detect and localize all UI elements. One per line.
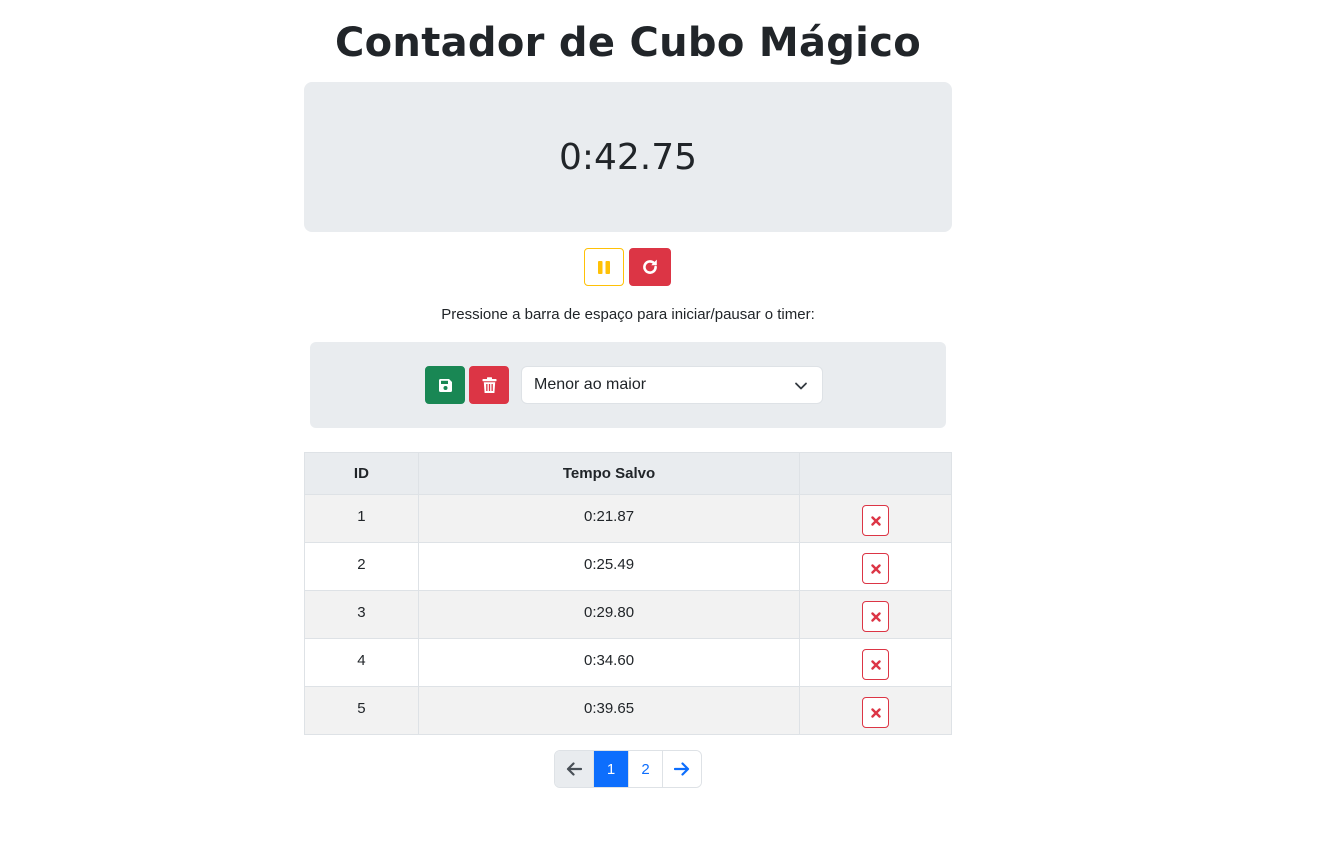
table-row: 3 0:29.80 [304,590,952,639]
close-icon [870,515,881,526]
cell-time: 0:34.60 [417,638,801,687]
cell-id: 1 [304,494,419,543]
delete-row-button[interactable] [862,553,890,584]
page-2-button[interactable]: 2 [629,751,663,787]
redo-icon [643,259,657,274]
reset-button[interactable] [629,248,671,286]
floppy-disk-icon [438,378,452,392]
cell-time: 0:25.49 [417,542,801,591]
close-icon [870,659,881,670]
chevron-down-icon [795,382,807,390]
cell-id: 2 [304,542,419,591]
arrow-left-icon [566,762,582,776]
previous-page-button[interactable] [555,751,594,787]
page-title: Contador de Cubo Mágico [335,20,921,66]
delete-row-button[interactable] [862,697,890,728]
cell-time: 0:21.87 [417,494,801,543]
pause-icon [598,260,610,274]
cell-id: 4 [304,638,419,687]
sort-select-value: Menor ao maior [534,376,647,393]
cell-id: 5 [304,686,419,735]
column-header-actions [799,452,952,495]
table-row: 1 0:21.87 [304,494,952,543]
table-row: 2 0:25.49 [304,542,952,591]
column-header-time: Tempo Salvo [417,452,801,495]
keyboard-hint: Pressione a barra de espaço para iniciar… [441,306,815,323]
close-icon [870,563,881,574]
cell-id: 3 [304,590,419,639]
page-1-button[interactable]: 1 [594,751,629,787]
saved-times-table: ID Tempo Salvo 1 0:21.87 2 0:25.49 3 0:2… [304,452,952,735]
next-page-button[interactable] [663,751,701,787]
close-icon [870,611,881,622]
trash-icon [482,376,496,393]
timer-panel: 0:42.75 [304,82,952,232]
delete-row-button[interactable] [862,601,890,632]
clear-all-button[interactable] [469,366,509,404]
delete-row-button[interactable] [862,505,890,536]
save-button[interactable] [425,366,465,404]
close-icon [870,707,881,718]
table-row: 5 0:39.65 [304,686,952,735]
delete-row-button[interactable] [862,649,890,680]
pagination: 1 2 [554,750,702,788]
column-header-id: ID [304,452,419,495]
timer-display: 0:42.75 [558,136,698,178]
sort-select[interactable]: Menor ao maior [521,366,823,404]
cell-time: 0:29.80 [417,590,801,639]
pause-button[interactable] [584,248,624,286]
cell-time: 0:39.65 [417,686,801,735]
arrow-right-icon [674,762,690,776]
table-row: 4 0:34.60 [304,638,952,687]
table-header-row: ID Tempo Salvo [304,452,952,495]
